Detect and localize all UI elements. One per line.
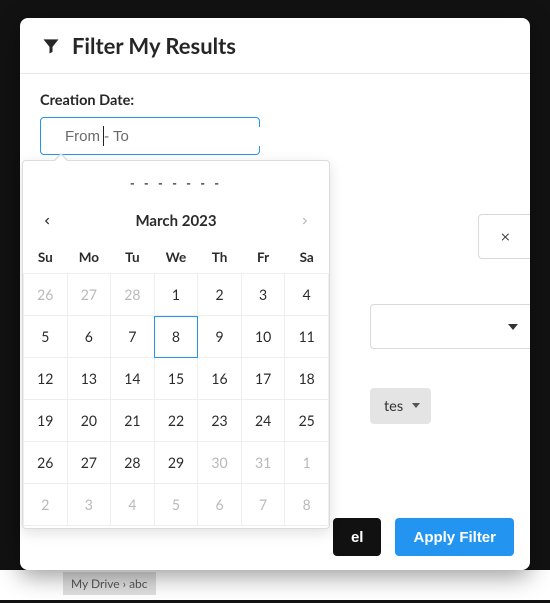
tag-pill-label: tes (384, 398, 403, 415)
calendar-day[interactable]: 28 (111, 442, 155, 484)
calendar-dow: Su (24, 243, 68, 274)
modal-header: Filter My Results (20, 18, 530, 74)
calendar-day[interactable]: 11 (285, 316, 329, 358)
calendar-day[interactable]: 2 (24, 484, 68, 526)
calendar-day[interactable]: 27 (67, 442, 111, 484)
calendar-day[interactable]: 3 (241, 274, 285, 316)
calendar-day[interactable]: 1 (154, 274, 198, 316)
calendar-dow: We (154, 243, 198, 274)
calendar-day[interactable]: 5 (154, 484, 198, 526)
modal-body: Creation Date: (20, 74, 530, 155)
calendar-day[interactable]: 9 (198, 316, 242, 358)
tag-pill[interactable]: tes (370, 388, 431, 424)
calendar-dow: Th (198, 243, 242, 274)
secondary-dropdown[interactable] (370, 304, 530, 349)
filter-icon (40, 36, 62, 56)
calendar-grid: SuMoTuWeThFrSa 2627281234567891011121314… (23, 243, 329, 526)
modal-footer: el Apply Filter (333, 518, 514, 556)
calendar-day[interactable]: 6 (67, 316, 111, 358)
calendar-day[interactable]: 29 (154, 442, 198, 484)
breadcrumb: My Drive › abc (63, 572, 156, 595)
modal-title: Filter My Results (72, 32, 236, 59)
creation-date-label: Creation Date: (40, 92, 510, 109)
calendar-day[interactable]: 18 (285, 358, 329, 400)
calendar-day[interactable]: 30 (198, 442, 242, 484)
calendar-dow: Sa (285, 243, 329, 274)
calendar-day[interactable]: 6 (198, 484, 242, 526)
calendar-day[interactable]: 27 (67, 274, 111, 316)
calendar-dow-row: SuMoTuWeThFrSa (24, 243, 329, 274)
calendar-day[interactable]: 21 (111, 400, 155, 442)
calendar-day[interactable]: 1 (285, 442, 329, 484)
calendar-day[interactable]: 22 (154, 400, 198, 442)
creation-date-input-wrap[interactable] (40, 117, 260, 155)
calendar-day[interactable]: 20 (67, 400, 111, 442)
calendar-day[interactable]: 13 (67, 358, 111, 400)
calendar-day[interactable]: 8 (154, 316, 198, 358)
chevron-left-icon (42, 214, 52, 228)
calendar-day[interactable]: 10 (241, 316, 285, 358)
calendar-dow: Fr (241, 243, 285, 274)
date-picker-popover: - - - - - - - March 2023 SuMoTuWeThFrSa … (22, 160, 330, 529)
calendar-day[interactable]: 4 (285, 274, 329, 316)
calendar-day[interactable]: 28 (111, 274, 155, 316)
calendar-day[interactable]: 25 (285, 400, 329, 442)
next-month-button[interactable] (293, 209, 317, 233)
text-caret (103, 126, 104, 146)
calendar-day[interactable]: 23 (198, 400, 242, 442)
calendar-day[interactable]: 16 (198, 358, 242, 400)
calendar-body: 2627281234567891011121314151617181920212… (24, 274, 329, 526)
calendar-day[interactable]: 31 (241, 442, 285, 484)
apply-filter-button[interactable]: Apply Filter (395, 518, 514, 556)
clear-button[interactable] (478, 214, 530, 259)
calendar-day[interactable]: 24 (241, 400, 285, 442)
calendar-day[interactable]: 19 (24, 400, 68, 442)
selected-range-display: - - - - - - - (23, 161, 329, 201)
prev-month-button[interactable] (35, 209, 59, 233)
calendar-day[interactable]: 26 (24, 442, 68, 484)
calendar-day[interactable]: 4 (111, 484, 155, 526)
current-month-label[interactable]: March 2023 (135, 212, 216, 230)
calendar-dow: Mo (67, 243, 111, 274)
calendar-day[interactable]: 7 (241, 484, 285, 526)
cancel-button[interactable]: el (333, 518, 382, 556)
calendar-dow: Tu (111, 243, 155, 274)
calendar-day[interactable]: 17 (241, 358, 285, 400)
calendar-day[interactable]: 3 (67, 484, 111, 526)
creation-date-input[interactable] (63, 127, 266, 146)
chevron-right-icon (300, 214, 310, 228)
calendar-day[interactable]: 5 (24, 316, 68, 358)
calendar-day[interactable]: 12 (24, 358, 68, 400)
calendar-nav: March 2023 (23, 201, 329, 243)
calendar-day[interactable]: 14 (111, 358, 155, 400)
calendar-day[interactable]: 7 (111, 316, 155, 358)
close-icon (499, 230, 513, 244)
calendar-day[interactable]: 2 (198, 274, 242, 316)
calendar-day[interactable]: 8 (285, 484, 329, 526)
calendar-day[interactable]: 26 (24, 274, 68, 316)
calendar-day[interactable]: 15 (154, 358, 198, 400)
